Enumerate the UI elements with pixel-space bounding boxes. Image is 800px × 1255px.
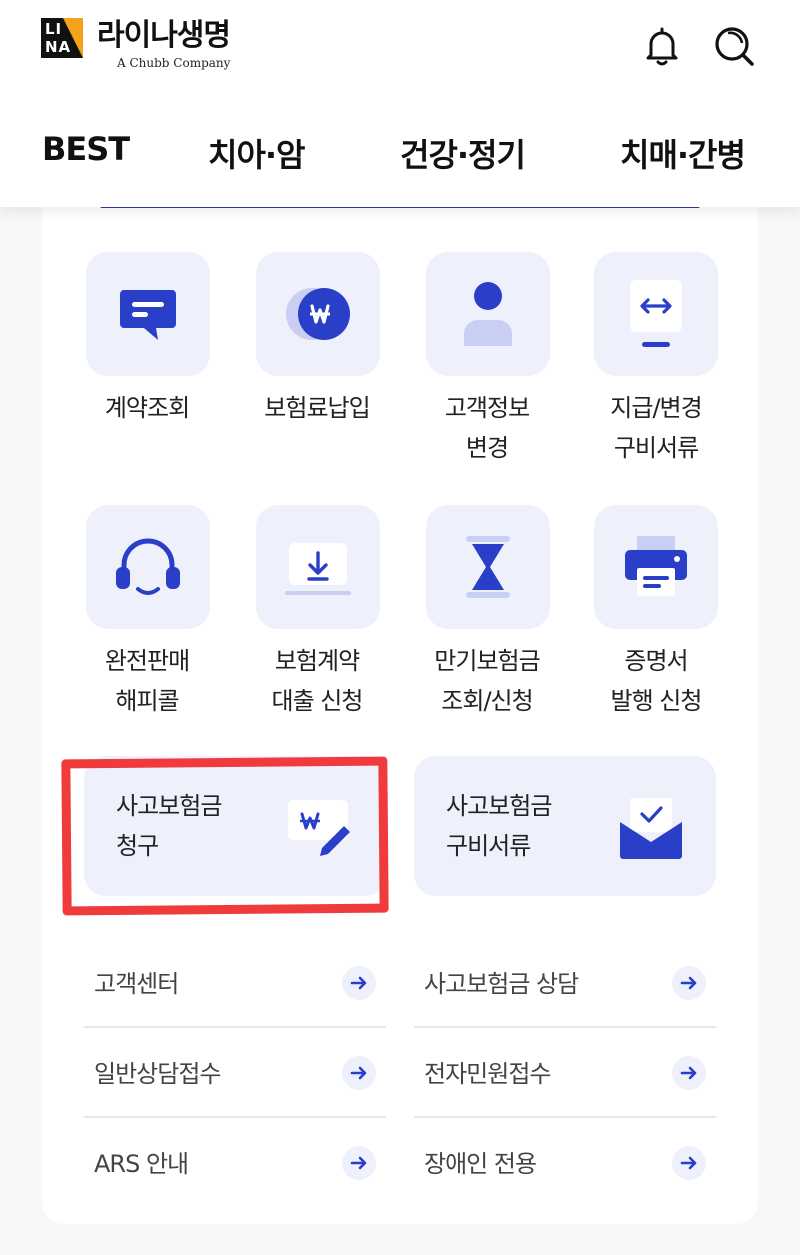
link-ars-guide[interactable]: ARS 안내 — [84, 1118, 386, 1208]
app-header: LI NA 라이나생명 A Chubb Company BEST 치아·암 건강… — [0, 0, 800, 207]
arrow-right-icon — [672, 966, 706, 1000]
link-e-complaint-label: 전자민원접수 — [424, 1060, 551, 1088]
link-general-consult-label: 일반상담접수 — [94, 1060, 221, 1088]
arrow-right-icon — [342, 966, 376, 1000]
menu-tile-certificate[interactable] — [594, 505, 718, 629]
search-icon[interactable] — [712, 24, 756, 68]
won-coin-icon — [286, 288, 350, 340]
link-accident-consult[interactable]: 사고보험금 상담 — [414, 938, 716, 1028]
link-general-consult[interactable]: 일반상담접수 — [84, 1028, 386, 1118]
brand-logo[interactable]: LI NA 라이나생명 A Chubb Company — [41, 18, 231, 70]
arrow-right-icon — [342, 1146, 376, 1180]
link-ars-guide-label: ARS 안내 — [94, 1150, 189, 1178]
download-card-icon — [285, 543, 351, 595]
exchange-doc-icon — [630, 280, 682, 347]
menu-label-premium-payment: 보험료납입 — [264, 394, 370, 422]
menu-tile-customer-info[interactable] — [426, 252, 550, 376]
logo-mark-top: LI — [45, 20, 63, 38]
menu-tile-maturity-benefit[interactable] — [426, 505, 550, 629]
logo-mark: LI NA — [41, 18, 83, 58]
link-customer-center-label: 고객센터 — [94, 970, 179, 998]
arrow-right-icon — [672, 1146, 706, 1180]
brand-subtitle: A Chubb Company — [117, 56, 231, 70]
tab-best[interactable]: BEST — [42, 130, 130, 168]
arrow-right-icon — [342, 1056, 376, 1090]
link-disability-only-label: 장애인 전용 — [424, 1150, 537, 1178]
menu-tile-happy-call[interactable] — [86, 505, 210, 629]
headset-icon — [116, 538, 180, 595]
menu-tile-contract-inquiry[interactable] — [86, 252, 210, 376]
menu-label-happy-call: 완전판매 해피콜 — [104, 647, 190, 715]
menu-label-maturity-benefit: 만기보험금 조회/신청 — [434, 647, 540, 715]
link-disability-only[interactable]: 장애인 전용 — [414, 1118, 716, 1208]
tab-dental-cancer[interactable]: 치아·암 — [208, 130, 305, 176]
link-e-complaint[interactable]: 전자민원접수 — [414, 1028, 716, 1118]
menu-tile-documents[interactable] — [594, 252, 718, 376]
menu-label-contract-inquiry: 계약조회 — [104, 394, 190, 422]
menu-tile-premium-payment[interactable] — [256, 252, 380, 376]
hourglass-icon — [466, 536, 510, 598]
accident-claim-documents-label: 사고보험금 구비서류 — [446, 792, 552, 860]
menu-label-loan-request: 보험계약 대출 신청 — [271, 647, 364, 715]
link-customer-center[interactable]: 고객센터 — [84, 938, 386, 1028]
printer-icon — [625, 536, 687, 596]
menu-label-customer-info: 고객정보 변경 — [444, 394, 530, 462]
link-accident-consult-label: 사고보험금 상담 — [424, 970, 579, 998]
accident-claim-documents-button[interactable]: 사고보험금 구비서류 — [414, 756, 716, 896]
envelope-check-icon — [616, 796, 686, 866]
bell-icon[interactable] — [640, 24, 684, 68]
menu-tile-loan-request[interactable] — [256, 505, 380, 629]
chat-bubble-icon — [120, 290, 176, 340]
tab-dementia-care[interactable]: 치매·간병 — [620, 130, 746, 176]
category-tabs: BEST 치아·암 건강·정기 치매·간병 — [0, 130, 800, 180]
logo-mark-bottom: NA — [45, 38, 72, 56]
person-icon — [464, 282, 512, 346]
tab-health-term[interactable]: 건강·정기 — [400, 130, 526, 176]
menu-label-certificate: 증명서 발행 신청 — [610, 647, 703, 715]
arrow-right-icon — [672, 1056, 706, 1090]
red-highlight-annotation — [61, 756, 389, 916]
brand-name: 라이나생명 — [97, 18, 231, 53]
menu-label-documents: 지급/변경 구비서류 — [610, 394, 702, 462]
